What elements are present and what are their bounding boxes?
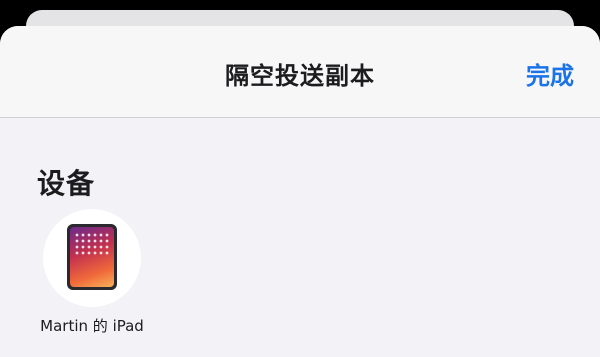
- airdrop-sheet: 隔空投送副本 完成 设备 Martin 的 iPad: [0, 26, 600, 357]
- device-name: Martin 的 iPad: [40, 317, 144, 335]
- done-button[interactable]: 完成: [526, 56, 574, 91]
- ipad-icon: [67, 224, 117, 290]
- devices-section-title: 设备: [37, 167, 96, 200]
- device-avatar: [43, 209, 141, 307]
- device-item[interactable]: Martin 的 iPad: [30, 209, 154, 336]
- sheet-title: 隔空投送副本: [225, 62, 375, 90]
- navigation-bar: 隔空投送副本 完成: [0, 26, 600, 118]
